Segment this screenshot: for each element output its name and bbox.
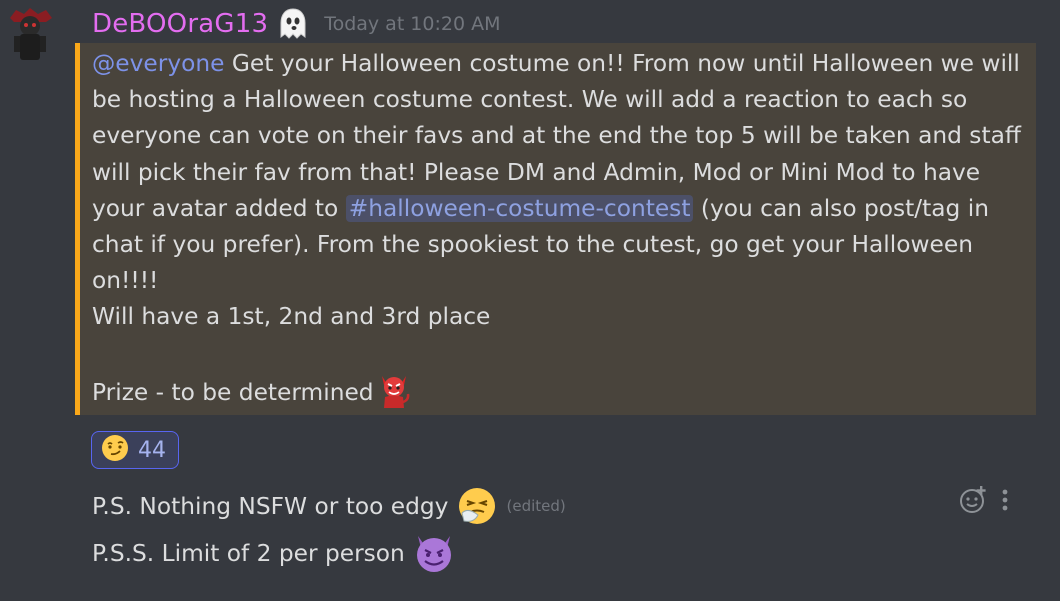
sneezing-face-emoji-icon	[456, 485, 498, 527]
more-options-icon[interactable]	[1000, 487, 1010, 513]
followup-text-1: P.S. Nothing NSFW or too edgy	[92, 492, 449, 520]
message-blank-line	[92, 336, 1032, 372]
edited-label: (edited)	[506, 497, 566, 515]
username[interactable]: DeBOOraG13	[92, 9, 268, 39]
smirk-emoji-icon	[100, 433, 130, 467]
avatar-image	[2, 4, 58, 66]
red-devil-emoji-icon	[376, 372, 412, 410]
prize-text: Prize - to be determined	[92, 378, 374, 406]
timestamp: Today at 10:20 AM	[324, 13, 501, 35]
ghost-emoji-icon	[278, 7, 308, 41]
followup-text-2: P.S.S. Limit of 2 per person	[92, 539, 405, 567]
followup-message-2: P.S.S. Limit of 2 per person	[92, 531, 455, 575]
followup-message-1: P.S. Nothing NSFW or too edgy (edited)	[92, 485, 566, 527]
message-body: @everyone Get your Halloween costume on!…	[92, 46, 1032, 411]
message-header: DeBOOraG13 Today at 10:20 AM	[92, 4, 501, 44]
message-paragraph-2: Will have a 1st, 2nd and 3rd place	[92, 303, 491, 331]
everyone-mention[interactable]: @everyone	[92, 50, 224, 77]
add-reaction-icon[interactable]	[958, 485, 988, 515]
message-paragraph-3: Prize - to be determined	[92, 372, 1032, 411]
avatar[interactable]	[2, 4, 58, 66]
channel-link[interactable]: #halloween-costume-contest	[345, 194, 694, 222]
reaction-count: 44	[138, 437, 166, 463]
smiling-imp-emoji-icon	[413, 532, 455, 574]
reaction-button[interactable]: 44	[91, 431, 179, 469]
message-paragraph-1: @everyone Get your Halloween costume on!…	[92, 46, 1032, 299]
message-hover-actions	[958, 483, 1010, 517]
